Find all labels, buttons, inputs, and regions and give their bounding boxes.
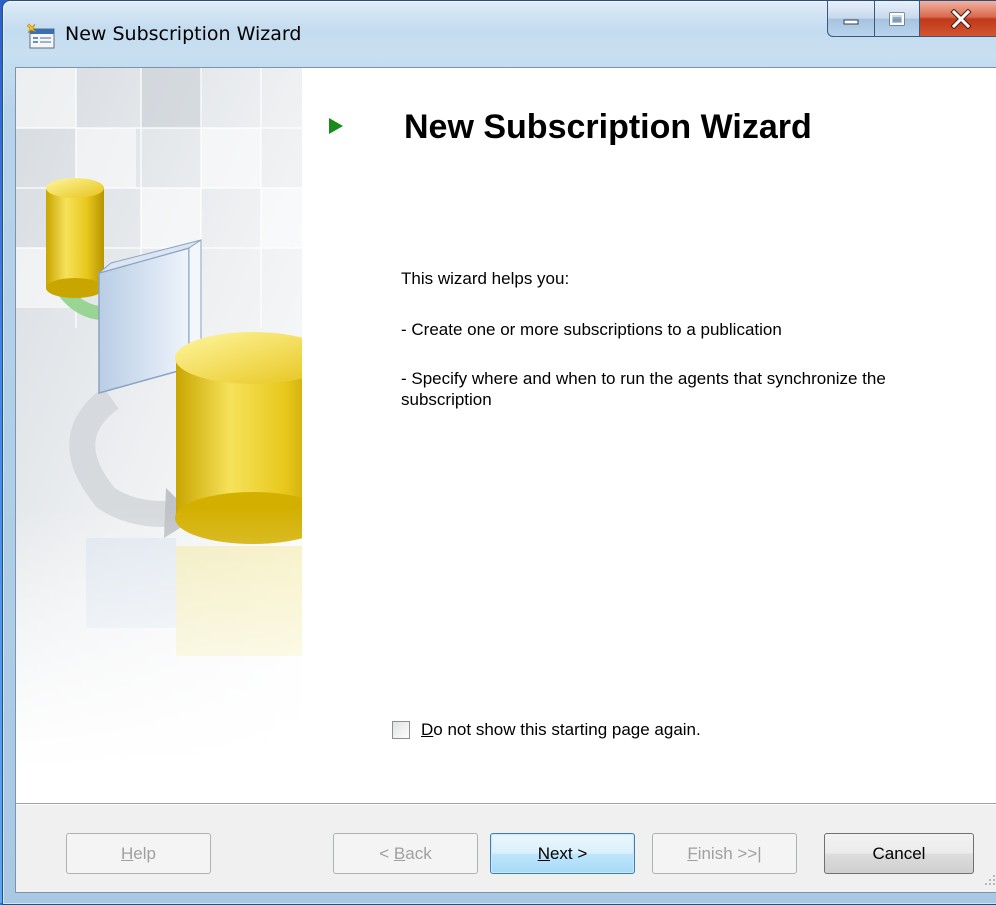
help-button[interactable]: Help [66, 833, 211, 874]
cancel-button[interactable]: Cancel [824, 833, 974, 874]
database-icon [46, 178, 104, 298]
minimize-button[interactable] [827, 1, 875, 37]
maximize-button[interactable] [874, 1, 920, 37]
bullet-specify-agents: - Specify where and when to run the agen… [401, 369, 886, 409]
resize-grip-icon[interactable] [982, 872, 996, 886]
bullet-create-subscriptions: - Create one or more subscriptions to a … [401, 320, 782, 339]
wizard-illustration [16, 68, 302, 768]
close-button[interactable] [919, 1, 996, 37]
window-title: New Subscription Wizard [65, 23, 302, 45]
maximize-icon [889, 12, 905, 25]
do-not-show-again-option[interactable]: Do not show this starting page again. [392, 720, 701, 740]
title-bar[interactable]: New Subscription Wizard [3, 1, 996, 67]
do-not-show-again-label[interactable]: Do not show this starting page again. [421, 720, 701, 740]
minimize-icon [843, 19, 859, 24]
close-icon [950, 8, 972, 29]
wizard-window: New Subscription Wizard New Subscription… [2, 0, 996, 905]
finish-button[interactable]: Finish >>| [652, 833, 797, 874]
wizard-client-area: New Subscription Wizard This wizard help… [15, 67, 996, 893]
intro-text: This wizard helps you: [401, 269, 570, 288]
app-icon[interactable] [26, 23, 57, 51]
header-arrow-icon [329, 118, 343, 139]
wizard-heading: New Subscription Wizard [404, 108, 812, 146]
back-button[interactable]: < Back [333, 833, 478, 874]
next-button[interactable]: Next > [490, 833, 635, 874]
do-not-show-again-checkbox[interactable] [392, 721, 410, 739]
